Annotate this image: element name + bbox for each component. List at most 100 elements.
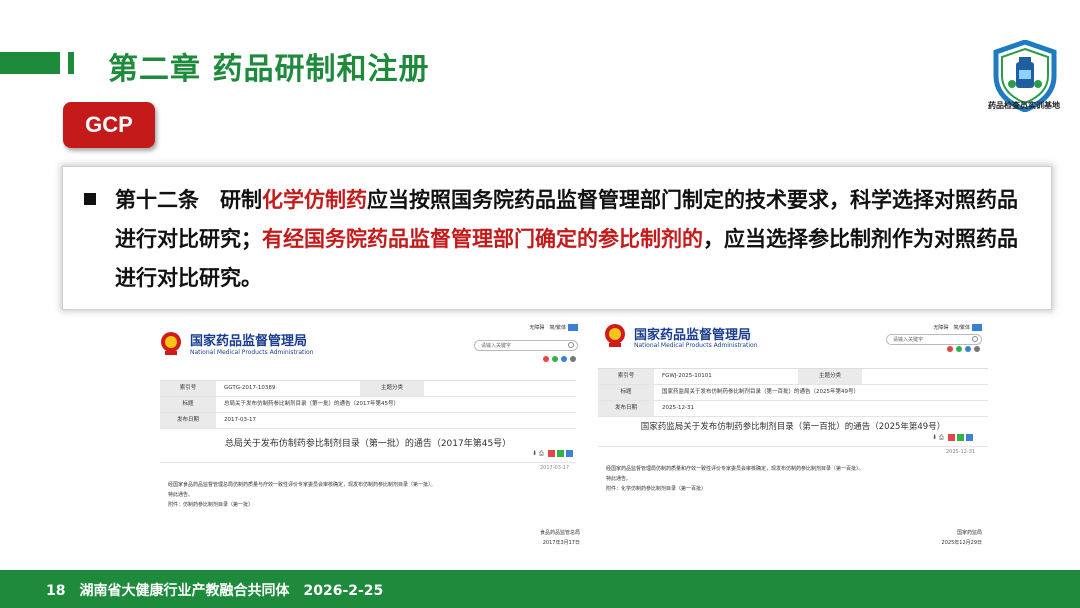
email-icon[interactable] bbox=[561, 356, 567, 362]
title-accent-stripe bbox=[68, 52, 74, 74]
notice-signature: 国家药监局 2025年12月29日 bbox=[832, 528, 982, 548]
agency-name-en: National Medical Products Administration bbox=[190, 349, 314, 356]
article-highlight-2: 有经国务院药品监督管理部门确定的参比制剂的 bbox=[262, 227, 703, 251]
download-icon[interactable]: ⬇ bbox=[532, 450, 537, 457]
share-wechat-icon[interactable] bbox=[556, 450, 564, 457]
notice-body-line: 特此通告。 bbox=[606, 476, 632, 482]
doc-header: 国家药品监督管理局 National Medical Products Admi… bbox=[148, 318, 588, 370]
footer-org: 湖南省大健康行业产教融合共同体 bbox=[79, 583, 290, 599]
notice-body-line: 特此通告。 bbox=[168, 492, 194, 498]
print-icon[interactable] bbox=[974, 346, 980, 352]
article-text-1: 第十二条 研制 bbox=[115, 188, 262, 212]
logo-caption: 药品检查员实训基地 bbox=[988, 101, 1060, 110]
notice-signature: 食品药品监管总局 2017年3月17日 bbox=[428, 528, 580, 548]
meta-key: 标题 bbox=[598, 385, 654, 400]
article-paragraph: 第十二条 研制化学仿制药应当按照国务院药品监督管理部门制定的技术要求，科学选择对… bbox=[115, 181, 1031, 298]
share-weibo-icon[interactable] bbox=[947, 434, 955, 441]
meta-value: 国家药监局关于发布仿制药参比制剂目录（第一百批）的通告（2025年第49号） bbox=[662, 389, 859, 395]
article-textbox: 第十二条 研制化学仿制药应当按照国务院药品监督管理部门制定的技术要求，科学选择对… bbox=[62, 166, 1052, 310]
search-input[interactable]: 请输入关键字 bbox=[474, 340, 578, 351]
signature-date: 2025年12月29日 bbox=[941, 540, 982, 546]
meta-value: 2017-03-17 bbox=[224, 417, 256, 423]
notice-title: 总局关于发布仿制药参比制剂目录（第一批）的通告（2017年第45号） bbox=[224, 439, 512, 449]
footer-date: 2026-2-25 bbox=[303, 583, 384, 599]
signature-org: 食品药品监管总局 bbox=[539, 530, 580, 536]
agency-name: 国家药品监督管理局 bbox=[190, 334, 308, 349]
meta-key: 发布日期 bbox=[160, 413, 216, 428]
article-highlight-1: 化学仿制药 bbox=[262, 188, 367, 212]
meta-value: GGTG-2017-10389 bbox=[224, 385, 276, 391]
doc-tools: ⬇ ⎙ bbox=[932, 434, 973, 442]
meta-key-topic: 主题分类 bbox=[360, 381, 424, 396]
agency-name-en: National Medical Products Administration bbox=[634, 342, 758, 349]
meta-key: 发布日期 bbox=[598, 401, 654, 416]
accessibility-links[interactable]: 无障碍 简/繁体 bbox=[529, 325, 566, 331]
notice-body-line: 经国家食品药品监督管理总局仿制药质量与疗效一致性评价专家委员会审核确定，现发布仿… bbox=[168, 482, 436, 488]
meta-row-title: 标题 国家药监局关于发布仿制药参比制剂目录（第一百批）的通告（2025年第49号… bbox=[598, 385, 988, 401]
agency-name: 国家药品监督管理局 bbox=[634, 328, 752, 343]
search-placeholder: 请输入关键字 bbox=[481, 343, 512, 349]
download-icon[interactable]: ⬇ bbox=[932, 434, 937, 441]
search-placeholder: 请输入关键字 bbox=[893, 337, 924, 343]
bullet-square-icon bbox=[84, 193, 96, 205]
meta-value: FGWJ-2025-10101 bbox=[662, 373, 712, 379]
share-qq-icon[interactable] bbox=[965, 434, 973, 441]
title-accent-bar bbox=[0, 52, 60, 74]
meta-key: 索引号 bbox=[160, 381, 216, 396]
meta-row-date: 发布日期 2017-03-17 bbox=[160, 413, 576, 429]
email-icon[interactable] bbox=[965, 346, 971, 352]
national-emblem-icon bbox=[605, 324, 625, 347]
publish-date: 2017-03-17 bbox=[540, 465, 570, 471]
meta-key-topic: 主题分类 bbox=[798, 369, 862, 384]
top-links[interactable]: 无障碍 简/繁体 bbox=[933, 324, 982, 331]
weibo-icon[interactable] bbox=[543, 356, 549, 362]
lang-en-button[interactable] bbox=[568, 324, 578, 331]
print-icon[interactable] bbox=[570, 356, 576, 362]
wechat-icon[interactable] bbox=[956, 346, 962, 352]
publish-date: 2025-12-31 bbox=[946, 449, 976, 455]
share-icons bbox=[944, 346, 980, 354]
meta-value: 2025-12-31 bbox=[662, 405, 694, 411]
slide: 第二章 药品研制和注册 药品检查员实训基地 GCP 第十二条 研制化学仿制药应当… bbox=[0, 0, 1080, 608]
notice-body: 经国家药品监督管理局仿制药质量和疗效一致性评价专家委员会审核确定，现发布仿制药参… bbox=[606, 464, 986, 494]
meta-table: 索引号 GGTG-2017-10389 主题分类 标题 总局关于发布仿制药参比制… bbox=[160, 380, 576, 429]
meta-table: 索引号 FGWJ-2025-10101 主题分类 标题 国家药监局关于发布仿制药… bbox=[598, 368, 988, 417]
search-icon[interactable] bbox=[972, 336, 978, 342]
gcp-badge: GCP bbox=[63, 102, 155, 148]
print-icon[interactable]: ⎙ bbox=[939, 434, 944, 441]
wechat-icon[interactable] bbox=[552, 356, 558, 362]
meta-row-index: 索引号 GGTG-2017-10389 主题分类 bbox=[160, 381, 576, 397]
share-qq-icon[interactable] bbox=[565, 450, 573, 457]
slide-title: 第二章 药品研制和注册 bbox=[108, 52, 430, 87]
top-links[interactable]: 无障碍 简/繁体 bbox=[529, 324, 578, 331]
notice-screenshot-2017: 国家药品监督管理局 National Medical Products Admi… bbox=[148, 318, 588, 556]
signature-date: 2017年3月17日 bbox=[542, 540, 580, 546]
meta-key: 索引号 bbox=[598, 369, 654, 384]
meta-value: 总局关于发布仿制药参比制剂目录（第一批）的通告（2017年第45号） bbox=[224, 401, 399, 407]
doc-tools: ⬇ ⎙ bbox=[532, 450, 573, 458]
notice-body: 经国家食品药品监督管理总局仿制药质量与疗效一致性评价专家委员会审核确定，现发布仿… bbox=[168, 480, 568, 510]
share-icons bbox=[540, 356, 576, 364]
notice-screenshot-2025: 国家药品监督管理局 National Medical Products Admi… bbox=[592, 318, 992, 556]
weibo-icon[interactable] bbox=[947, 346, 953, 352]
search-icon[interactable] bbox=[568, 342, 574, 348]
notice-attachment-link[interactable]: 附件：仿制药参比制剂目录（第一批） bbox=[168, 500, 568, 510]
print-icon[interactable]: ⎙ bbox=[539, 450, 544, 457]
page-number: 18 bbox=[46, 583, 66, 599]
national-emblem-icon bbox=[161, 332, 181, 355]
accessibility-links[interactable]: 无障碍 简/繁体 bbox=[933, 325, 970, 331]
meta-row-title: 标题 总局关于发布仿制药参比制剂目录（第一批）的通告（2017年第45号） bbox=[160, 397, 576, 413]
share-weibo-icon[interactable] bbox=[547, 450, 555, 457]
meta-key: 标题 bbox=[160, 397, 216, 412]
footer-text: 18 湖南省大健康行业产教融合共同体 2026-2-25 bbox=[46, 580, 397, 600]
divider bbox=[160, 462, 576, 463]
notice-body-line: 经国家药品监督管理局仿制药质量和疗效一致性评价专家委员会审核确定，现发布仿制药参… bbox=[606, 466, 864, 472]
divider bbox=[598, 446, 988, 447]
search-input[interactable]: 请输入关键字 bbox=[886, 334, 982, 345]
lang-en-button[interactable] bbox=[972, 324, 982, 331]
meta-row-index: 索引号 FGWJ-2025-10101 主题分类 bbox=[598, 369, 988, 385]
signature-org: 国家药监局 bbox=[956, 530, 982, 536]
meta-row-date: 发布日期 2025-12-31 bbox=[598, 401, 988, 417]
notice-attachment-link[interactable]: 附件：化学仿制药参比制剂目录（第一百批） bbox=[606, 484, 986, 494]
share-wechat-icon[interactable] bbox=[956, 434, 964, 441]
